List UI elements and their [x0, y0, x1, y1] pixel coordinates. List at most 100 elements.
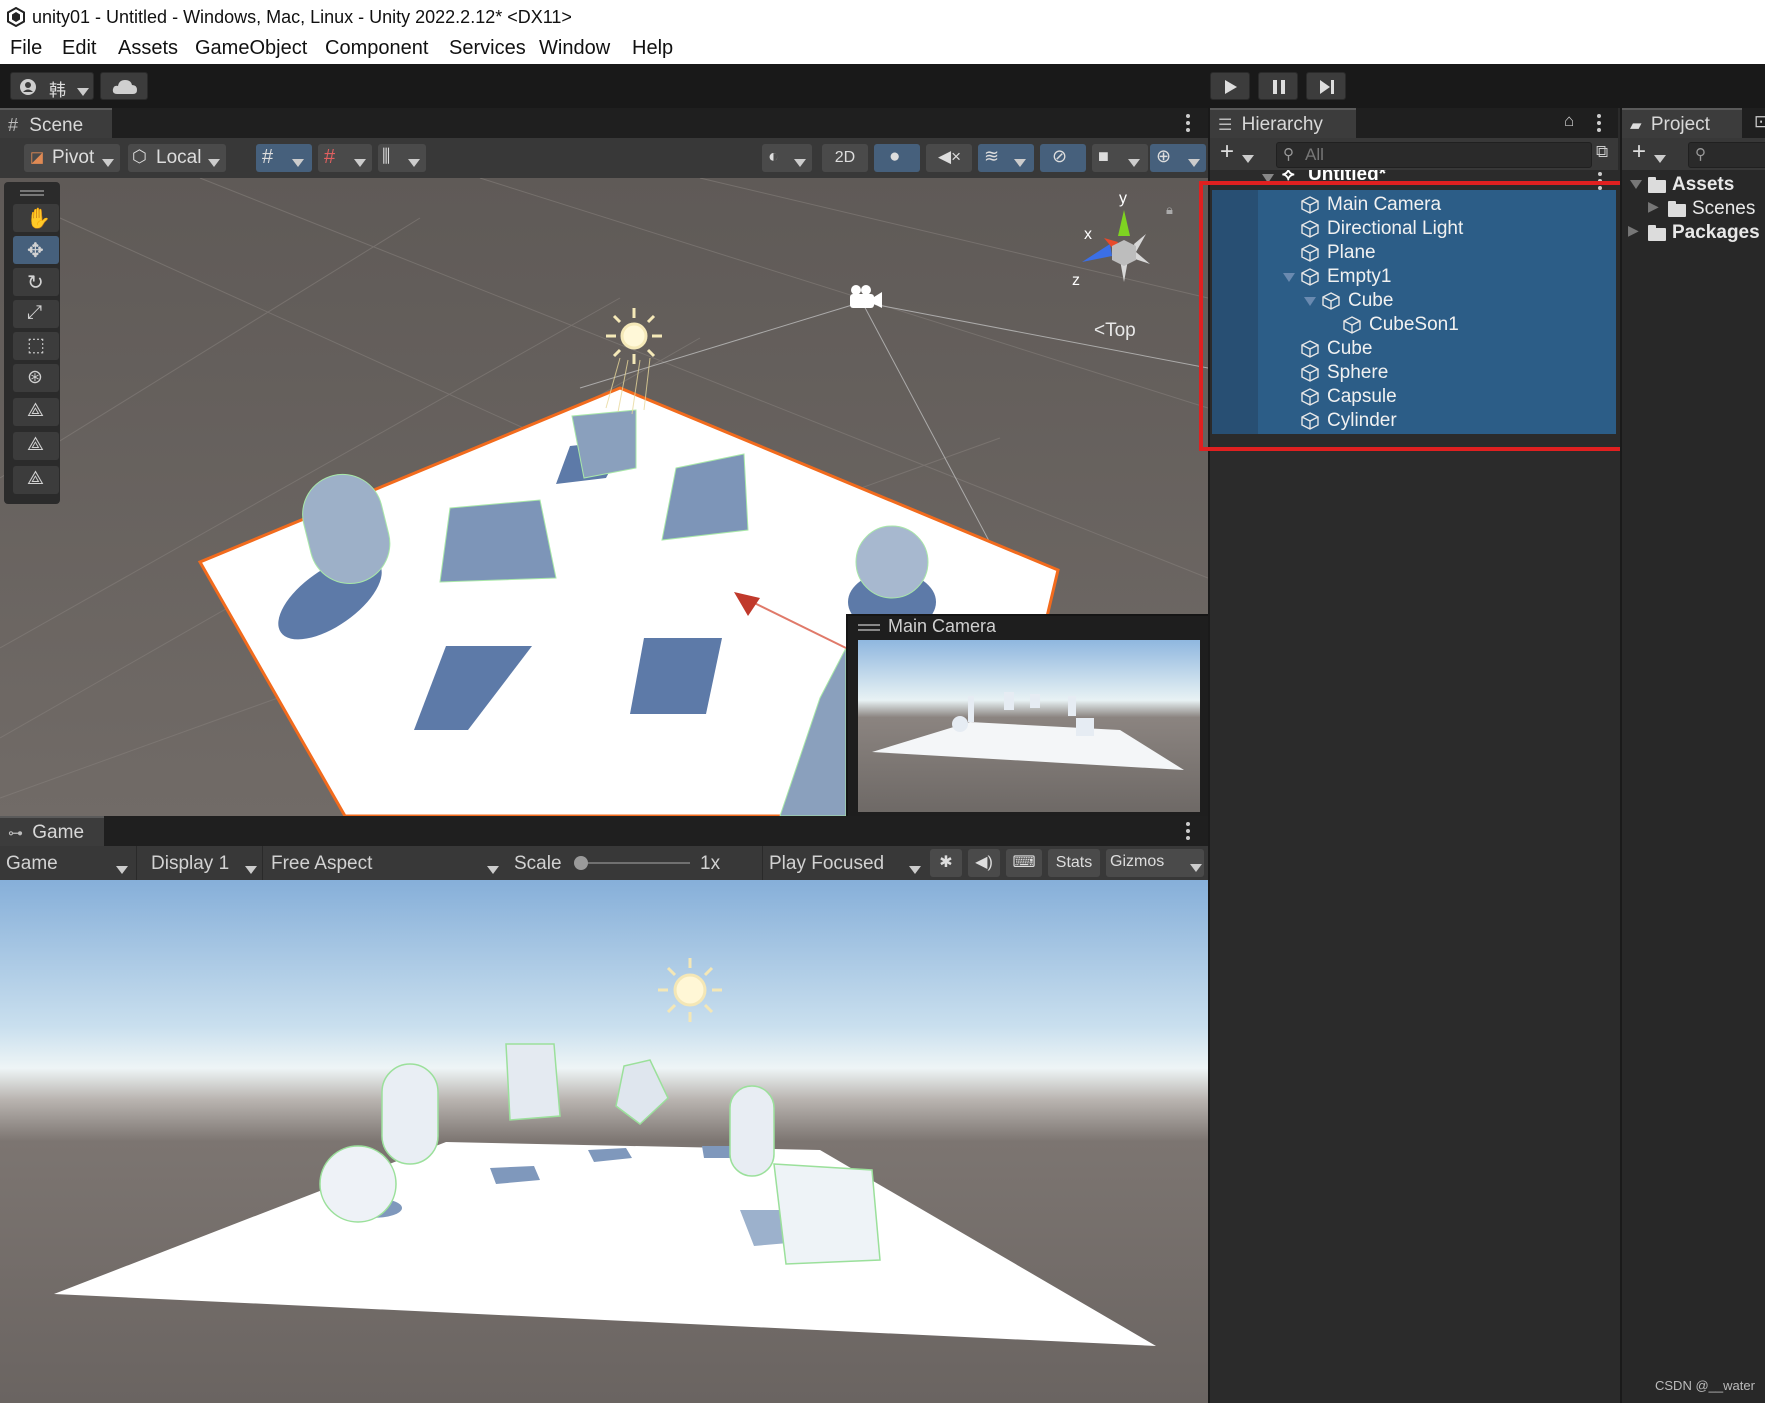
- shading-mode-button[interactable]: ◐: [762, 144, 812, 172]
- debug-button[interactable]: ✱: [930, 849, 962, 877]
- scene-more-icon[interactable]: [1186, 114, 1190, 135]
- menu-file[interactable]: File: [10, 37, 42, 60]
- pivot-dropdown[interactable]: ◪ Pivot: [24, 144, 120, 172]
- local-dropdown[interactable]: ⬡ Local: [128, 144, 226, 172]
- camera-preview-title: Main Camera: [888, 616, 997, 636]
- menu-window[interactable]: Window: [539, 37, 610, 60]
- display-dropdown[interactable]: Display 1: [136, 846, 261, 880]
- custom-tool-2[interactable]: ⟁: [13, 432, 59, 460]
- bug-icon: ✱: [939, 854, 953, 871]
- hierarchy-tab-bar: ☰ Hierarchy ⌂: [1210, 108, 1618, 138]
- rotate-tool[interactable]: ↻: [13, 268, 59, 296]
- custom-tool-3[interactable]: ⟁: [13, 466, 59, 494]
- pivot-icon: ◪: [30, 149, 45, 166]
- aspect-dropdown[interactable]: Free Aspect: [262, 846, 503, 880]
- folder-icon: [1668, 201, 1686, 217]
- step-button[interactable]: [1306, 72, 1346, 100]
- speaker-icon: ◀): [975, 854, 993, 871]
- view-label[interactable]: <Top: [1094, 320, 1136, 342]
- chevron-down-icon: [1242, 150, 1254, 168]
- plus-icon: +: [1220, 138, 1235, 165]
- effects-toggle[interactable]: ≋: [978, 144, 1034, 172]
- menu-component[interactable]: Component: [325, 37, 428, 60]
- search-options-icon[interactable]: ⧉: [1596, 142, 1608, 162]
- rect-tool[interactable]: ⬚: [13, 332, 59, 360]
- cloud-icon: [112, 80, 137, 94]
- expand-arrow-icon[interactable]: [1630, 180, 1642, 189]
- gizmos-button[interactable]: ⊕: [1150, 144, 1206, 172]
- chevron-down-icon: [77, 83, 89, 101]
- game-mode-dropdown[interactable]: Game: [0, 846, 132, 880]
- axis-y-label: y: [1119, 190, 1127, 207]
- game-more-icon[interactable]: [1186, 822, 1190, 843]
- custom-tool-1[interactable]: ⟁: [13, 398, 59, 426]
- tab-hierarchy[interactable]: ☰ Hierarchy: [1210, 108, 1356, 138]
- project-item-packages[interactable]: Packages: [1672, 222, 1760, 244]
- aspect-label: Free Aspect: [271, 853, 373, 874]
- project-search-input[interactable]: ⚲: [1688, 142, 1765, 168]
- account-button[interactable]: 韩: [10, 72, 94, 100]
- menu-assets[interactable]: Assets: [118, 37, 178, 60]
- gamepad-icon: ⊶: [8, 825, 23, 842]
- search-placeholder: All: [1305, 145, 1324, 164]
- play-button[interactable]: [1210, 72, 1250, 100]
- sphere-shading-icon: ◐: [768, 146, 779, 166]
- cloud-button[interactable]: [100, 72, 148, 100]
- display-label: Display 1: [151, 853, 230, 874]
- menu-help[interactable]: Help: [632, 37, 673, 60]
- audio-toggle[interactable]: ◀×: [926, 144, 972, 172]
- custom-tool-icon: ⟁: [27, 434, 44, 455]
- local-label: Local: [156, 147, 202, 168]
- hierarchy-add-button[interactable]: +: [1216, 138, 1260, 168]
- tab-project[interactable]: ▰ Project: [1622, 108, 1742, 138]
- transform-tool[interactable]: ⊛: [13, 364, 59, 392]
- project-item-scenes[interactable]: Scenes: [1692, 198, 1755, 220]
- play-mode-dropdown[interactable]: Play Focused: [762, 846, 925, 880]
- play-mode-label: Play Focused: [769, 853, 885, 874]
- menu-gameobject[interactable]: GameObject: [195, 37, 307, 60]
- keyboard-button[interactable]: ⌨: [1006, 849, 1042, 877]
- gizmos-dropdown[interactable]: Gizmos: [1106, 849, 1204, 877]
- game-toolbar: Game Display 1 Free Aspect Scale 1x Play…: [0, 846, 1208, 880]
- lock-icon[interactable]: ⌂: [1564, 111, 1574, 131]
- game-mode-label: Game: [6, 853, 58, 874]
- lock-icon[interactable]: 🔒︎: [1166, 202, 1173, 218]
- scene-camera-button[interactable]: ■: [1092, 144, 1148, 172]
- game-viewport[interactable]: [0, 880, 1208, 1403]
- hierarchy-search-input[interactable]: ⚲ All: [1276, 142, 1592, 168]
- grid-icon: #: [8, 115, 19, 135]
- ruler-button[interactable]: ⫼: [378, 144, 426, 172]
- unity-logo-icon: [7, 7, 25, 27]
- hand-tool[interactable]: ✋: [13, 204, 59, 232]
- mute-audio-button[interactable]: ◀): [968, 849, 1000, 877]
- folder-icon: ▰: [1630, 117, 1642, 134]
- camera-preview: Main Camera: [846, 614, 1208, 816]
- collapse-arrow-icon[interactable]: ▶: [1628, 222, 1639, 239]
- menu-edit[interactable]: Edit: [62, 37, 96, 60]
- scale-icon: ⤢: [27, 302, 43, 323]
- move-tool[interactable]: ✥: [13, 236, 59, 264]
- tab-scene[interactable]: # Scene: [0, 108, 112, 138]
- tab-overflow-icon[interactable]: ⊡: [1754, 112, 1765, 132]
- grid-snap-button[interactable]: #: [256, 144, 312, 172]
- scale-slider[interactable]: [578, 862, 690, 864]
- stats-button[interactable]: Stats: [1048, 849, 1100, 877]
- tab-game[interactable]: ⊶ Game: [0, 816, 104, 846]
- scale-tool[interactable]: ⤢: [13, 300, 59, 328]
- gizmo-icon: ⊕: [1156, 146, 1172, 166]
- collapse-arrow-icon[interactable]: ▶: [1648, 198, 1659, 215]
- menu-services[interactable]: Services: [449, 37, 526, 60]
- visibility-toggle[interactable]: ⊘: [1040, 144, 1086, 172]
- orientation-gizmo[interactable]: y x z 🔒︎: [1060, 188, 1180, 308]
- pivot-label: Pivot: [52, 147, 95, 168]
- project-add-button[interactable]: +: [1628, 138, 1672, 166]
- scale-slider-handle[interactable]: [574, 856, 588, 870]
- project-item-assets[interactable]: Assets: [1672, 174, 1734, 196]
- pause-button[interactable]: [1258, 72, 1298, 100]
- lighting-toggle[interactable]: ●: [874, 144, 920, 172]
- hierarchy-more-icon[interactable]: [1597, 114, 1601, 135]
- custom-tool-icon: ⟁: [27, 400, 44, 421]
- snap-increment-button[interactable]: #: [318, 144, 372, 172]
- scene-viewport[interactable]: ✋ ✥ ↻ ⤢ ⬚ ⊛ ⟁ ⟁ ⟁ y x z 🔒︎ <Top Main Cam…: [0, 178, 1208, 816]
- 2d-toggle[interactable]: 2D: [822, 144, 868, 172]
